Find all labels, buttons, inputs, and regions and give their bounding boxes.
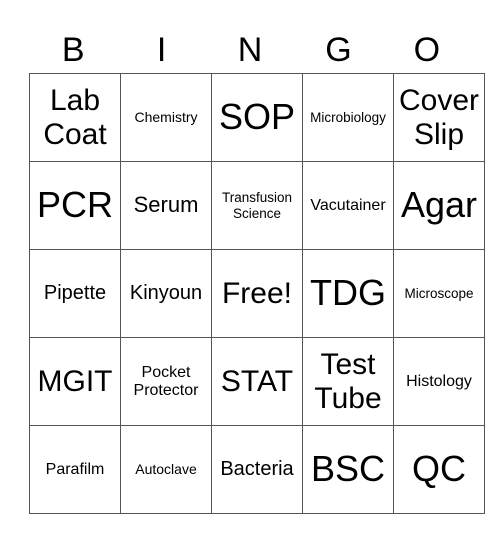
bingo-cell[interactable]: Microbiology [302, 73, 394, 162]
bingo-cell[interactable]: Microscope [393, 249, 485, 338]
bingo-cell[interactable]: PCR [29, 161, 121, 250]
card-row: PCR Serum Transfusion Science Vacutainer Aga… [29, 161, 485, 250]
bingo-cell[interactable]: QC [393, 425, 485, 514]
bingo-cell[interactable]: SOP [211, 73, 303, 162]
header-letter-g: G [325, 31, 352, 69]
bingo-cell[interactable]: Serum [120, 161, 212, 250]
header-letter-n: N [237, 31, 263, 69]
card-row: Parafilm Autoclave Bacteria BSC QC [29, 425, 485, 514]
bingo-cell[interactable]: Bacteria [211, 425, 303, 514]
bingo-cell[interactable]: BSC [302, 425, 394, 514]
bingo-cell[interactable]: Test Tube [302, 337, 394, 426]
header-letter-i: I [156, 31, 167, 69]
bingo-cell[interactable]: Chemistry [120, 73, 212, 162]
card-row: MGIT Pocket Protector STAT Test Tube Histolo… [29, 337, 485, 426]
bingo-cell[interactable]: Parafilm [29, 425, 121, 514]
bingo-cell[interactable]: Histology [393, 337, 485, 426]
bingo-cell[interactable]: Autoclave [120, 425, 212, 514]
bingo-cell[interactable]: Agar [393, 161, 485, 250]
bingo-card: Lab Coat Chemistry SOP Microbiology Cover Sl… [29, 73, 485, 514]
bingo-cell[interactable]: Cover Slip [393, 73, 485, 162]
bingo-header: B I N G O [29, 28, 471, 72]
bingo-cell[interactable]: Vacutainer [302, 161, 394, 250]
card-row: Lab Coat Chemistry SOP Microbiology Cover Sl… [29, 73, 485, 162]
bingo-cell[interactable]: Free! [211, 249, 303, 338]
bingo-cell[interactable]: MGIT [29, 337, 121, 426]
header-letter-o: O [413, 31, 441, 69]
bingo-cell[interactable]: Pipette [29, 249, 121, 338]
header-letter-b: B [61, 31, 85, 69]
bingo-cell[interactable]: TDG [302, 249, 394, 338]
bingo-cell[interactable]: Kinyoun [120, 249, 212, 338]
bingo-cell[interactable]: Transfusion Science [211, 161, 303, 250]
card-row: Pipette Kinyoun Free! TDG Microscope [29, 249, 485, 338]
bingo-cell[interactable]: Pocket Protector [120, 337, 212, 426]
bingo-cell[interactable]: Lab Coat [29, 73, 121, 162]
bingo-cell[interactable]: STAT [211, 337, 303, 426]
